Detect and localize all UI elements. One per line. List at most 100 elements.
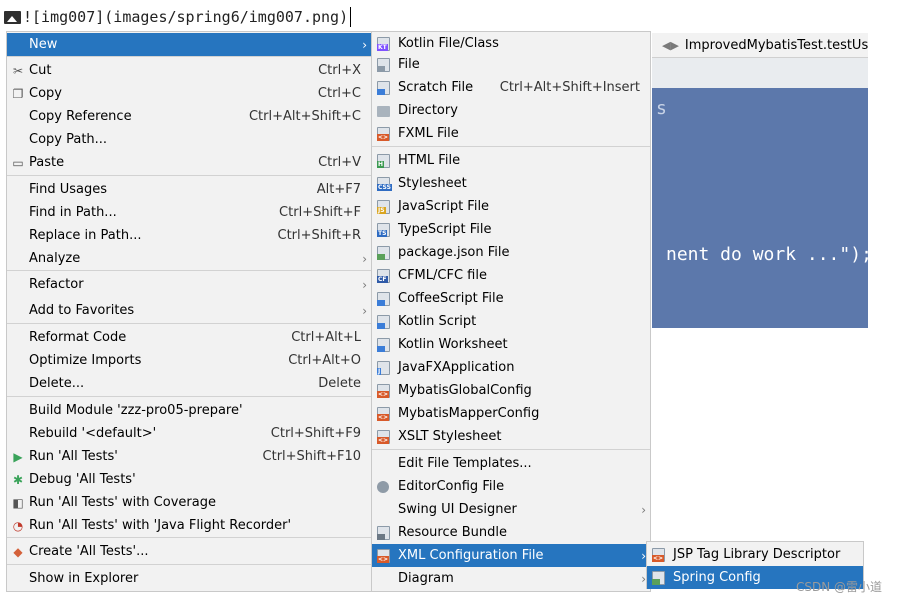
css-file-icon: CSS [377, 177, 392, 191]
new-item-javafxapplication[interactable]: J JavaFXApplication [372, 356, 650, 379]
menu-separator [7, 323, 371, 324]
menu-item-reformat-code[interactable]: Reformat Code Ctrl+Alt+L [7, 326, 371, 349]
menu-item-label: Resource Bundle [398, 525, 508, 540]
menu-item-find-usages[interactable]: Find Usages Alt+F7 [7, 178, 371, 201]
new-item-fxml-file[interactable]: <> FXML File [372, 122, 650, 145]
markdown-image-line[interactable]: ![img007](images/spring6/img007.png) [4, 4, 352, 30]
resource-bundle-icon [377, 526, 390, 540]
menu-item-label: Analyze [29, 251, 81, 266]
menu-item-run-all-tests-with-java-flight-recorder[interactable]: ◔ Run 'All Tests' with 'Java Flight Recor… [7, 514, 371, 537]
new-item-typescript-file[interactable]: TS TypeScript File [372, 218, 650, 241]
kotlin-worksheet-icon [377, 338, 390, 352]
new-item-swing-ui-designer[interactable]: Swing UI Designer › [372, 498, 650, 521]
new-item-diagram[interactable]: Diagram › [372, 567, 650, 590]
menu-item-debug-all-tests[interactable]: ✱ Debug 'All Tests' [7, 468, 371, 491]
new-item-cfml-cfc-file[interactable]: CF CFML/CFC file [372, 264, 650, 287]
menu-item-label: Copy Path... [29, 132, 108, 147]
menu-item-copy-path[interactable]: Copy Path... [7, 128, 371, 151]
menu-item-create-all-tests[interactable]: ◆ Create 'All Tests'... [7, 540, 371, 563]
menu-item-new[interactable]: New › [7, 33, 371, 56]
menu-item-copy-reference[interactable]: Copy Reference Ctrl+Alt+Shift+C [7, 105, 371, 128]
new-item-kotlin-script[interactable]: Kotlin Script [372, 310, 650, 333]
new-item-mybatisglobalconfig[interactable]: <> MybatisGlobalConfig [372, 379, 650, 402]
menu-item-run-all-tests[interactable]: ▶ Run 'All Tests' Ctrl+Shift+F10 [7, 445, 371, 468]
new-item-html-file[interactable]: H HTML File [372, 149, 650, 172]
menu-item-label: Swing UI Designer [398, 502, 517, 517]
new-item-package-json-file[interactable]: package.json File [372, 241, 650, 264]
menu-item-label: Scratch File [398, 80, 474, 95]
menu-item-show-in-explorer[interactable]: Show in Explorer [7, 567, 371, 590]
menu-item-optimize-imports[interactable]: Optimize Imports Ctrl+Alt+O [7, 349, 371, 372]
menu-item-refactor[interactable]: Refactor › [7, 273, 371, 296]
new-item-edit-file-templates[interactable]: Edit File Templates... [372, 452, 650, 475]
menu-item-label: Refactor [29, 277, 84, 292]
menu-item-label: MybatisMapperConfig [398, 406, 540, 421]
new-item-stylesheet[interactable]: CSS Stylesheet [372, 172, 650, 195]
menu-item-label: Edit File Templates... [398, 456, 532, 471]
menu-item-label: Add to Favorites [29, 303, 135, 318]
cfml-file-icon: CF [377, 269, 390, 283]
xml-item-jsp-tag-library-descriptor[interactable]: <> JSP Tag Library Descriptor [647, 543, 863, 566]
new-item-resource-bundle[interactable]: Resource Bundle [372, 521, 650, 544]
menu-item-label: XSLT Stylesheet [398, 429, 502, 444]
menu-item-shortcut: Alt+F7 [316, 182, 361, 197]
new-item-coffeescript-file[interactable]: CoffeeScript File [372, 287, 650, 310]
menu-item-analyze[interactable]: Analyze › [7, 247, 371, 270]
editor-tab[interactable]: ◀▶ ImprovedMybatisTest.testUsrI [652, 33, 868, 58]
new-item-xml-configuration-file[interactable]: <> XML Configuration File › [372, 544, 650, 567]
fxml-file-icon: <> [377, 127, 390, 141]
menu-separator [372, 146, 650, 147]
new-item-mybatismapperconfig[interactable]: <> MybatisMapperConfig [372, 402, 650, 425]
new-submenu: KT Kotlin File/Class File Scratch File Ctrl+… [371, 31, 651, 592]
menu-item-label: JSP Tag Library Descriptor [673, 547, 841, 562]
folder-icon [377, 106, 390, 117]
menu-separator [7, 175, 371, 176]
create-tests-icon: ◆ [13, 544, 23, 559]
menu-item-build-module-zzz-pro05-prepare[interactable]: Build Module 'zzz-pro05-prepare' [7, 399, 371, 422]
menu-item-add-to-favorites[interactable]: Add to Favorites › [7, 299, 371, 322]
menu-item-label: FXML File [398, 126, 459, 141]
new-item-xslt-stylesheet[interactable]: <> XSLT Stylesheet [372, 425, 650, 448]
menu-item-shortcut: Ctrl+X [318, 63, 361, 78]
context-menu: New › ✂ Cut Ctrl+X ❐ Copy Ctrl+C Copy Reference C… [6, 31, 372, 592]
menu-item-label: File [398, 57, 420, 72]
menu-item-find-in-path[interactable]: Find in Path... Ctrl+Shift+F [7, 201, 371, 224]
new-item-scratch-file[interactable]: Scratch File Ctrl+Alt+Shift+Insert [372, 76, 650, 99]
code-editor[interactable]: s nent do work ..."); [652, 88, 868, 328]
menu-item-label: Diagram [398, 571, 454, 586]
menu-separator [7, 564, 371, 565]
new-item-kotlin-file-class[interactable]: KT Kotlin File/Class [372, 32, 650, 55]
menu-item-label: Find in Path... [29, 205, 117, 220]
menu-item-label: Kotlin Script [398, 314, 477, 329]
copy-icon: ❐ [12, 86, 24, 101]
menu-item-replace-in-path[interactable]: Replace in Path... Ctrl+Shift+R [7, 224, 371, 247]
menu-item-rebuild-default[interactable]: Rebuild '<default>' Ctrl+Shift+F9 [7, 422, 371, 445]
menu-item-delete[interactable]: Delete... Delete [7, 372, 371, 395]
menu-item-label: Create 'All Tests'... [29, 544, 149, 559]
menu-item-label: Debug 'All Tests' [29, 472, 136, 487]
chevron-right-icon: › [641, 502, 646, 517]
menu-item-shortcut: Ctrl+Shift+R [277, 228, 362, 243]
xml-file-icon: <> [377, 407, 390, 421]
menu-item-label: Build Module 'zzz-pro05-prepare' [29, 403, 243, 418]
javascript-file-icon: JS [377, 200, 390, 214]
menu-item-shortcut: Ctrl+V [318, 155, 361, 170]
menu-item-label: Copy Reference [29, 109, 132, 124]
image-icon [4, 10, 21, 24]
menu-item-shortcut: Delete [318, 376, 361, 391]
test-class-icon: ◀▶ [662, 38, 679, 52]
menu-item-paste[interactable]: ▭ Paste Ctrl+V [7, 151, 371, 174]
menu-item-copy[interactable]: ❐ Copy Ctrl+C [7, 82, 371, 105]
new-item-kotlin-worksheet[interactable]: Kotlin Worksheet [372, 333, 650, 356]
menu-item-cut[interactable]: ✂ Cut Ctrl+X [7, 59, 371, 82]
new-item-file[interactable]: File [372, 53, 650, 76]
new-item-directory[interactable]: Directory [372, 99, 650, 122]
menu-item-label: Spring Config [673, 570, 761, 585]
menu-item-run-all-tests-with-coverage[interactable]: ◧ Run 'All Tests' with Coverage [7, 491, 371, 514]
new-item-javascript-file[interactable]: JS JavaScript File [372, 195, 650, 218]
gear-icon [377, 481, 389, 493]
kotlin-file-icon: KT [377, 37, 390, 51]
new-item-editorconfig-file[interactable]: EditorConfig File [372, 475, 650, 498]
xml-file-icon: <> [377, 549, 390, 563]
run-icon: ▶ [13, 449, 23, 464]
